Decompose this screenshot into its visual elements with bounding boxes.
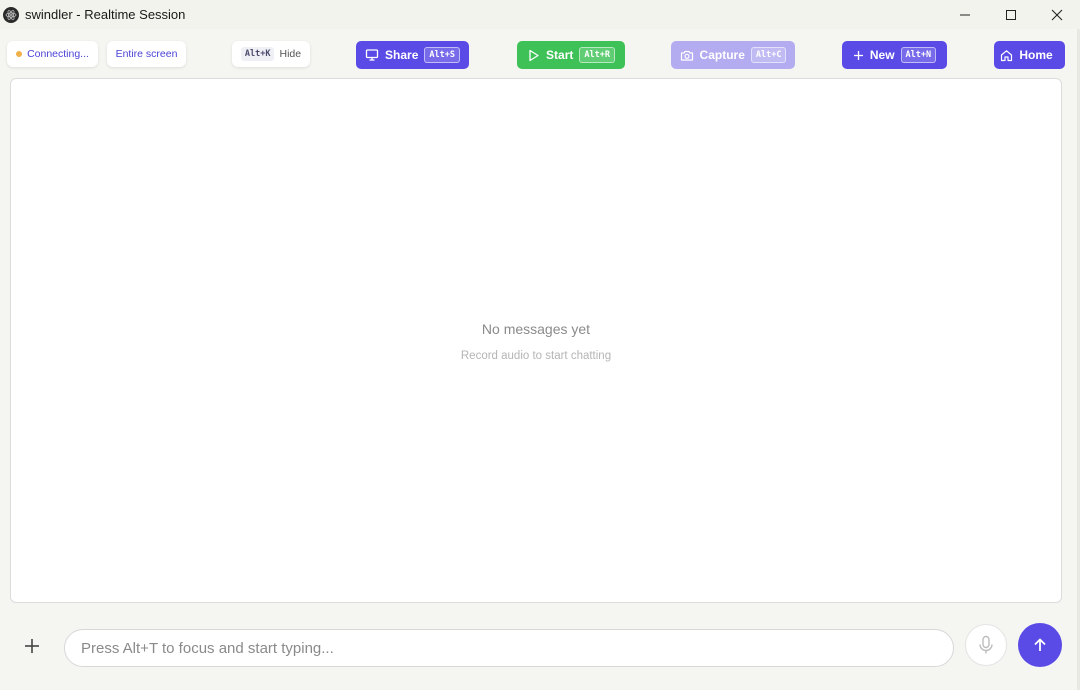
screen-source-label: Entire screen — [115, 48, 178, 60]
attach-button[interactable] — [20, 634, 44, 658]
home-button[interactable]: Home — [994, 41, 1065, 69]
hide-button[interactable]: Alt+K Hide — [232, 41, 310, 67]
screen-source-selector[interactable]: Entire screen — [107, 41, 186, 67]
share-button[interactable]: Share Alt+S — [356, 41, 469, 69]
connection-status: Connecting... — [7, 41, 98, 67]
hide-label: Hide — [279, 48, 302, 60]
status-dot — [16, 51, 23, 57]
plus-icon — [25, 639, 39, 653]
start-label: Start — [546, 48, 574, 62]
minimize-icon — [960, 14, 970, 15]
new-session-button[interactable]: New Alt+N — [842, 41, 947, 69]
capture-label: Capture — [699, 48, 745, 62]
monitor-icon — [365, 49, 379, 61]
arrow-up-icon — [1034, 638, 1046, 651]
maximize-button[interactable] — [988, 0, 1034, 29]
chat-panel: No messages yet Record audio to start ch… — [10, 78, 1062, 603]
camera-icon — [680, 50, 693, 61]
start-shortcut: Alt+R — [579, 47, 615, 63]
new-label: New — [869, 48, 895, 62]
close-icon — [1051, 9, 1063, 20]
capture-button[interactable]: Capture Alt+C — [671, 41, 795, 69]
maximize-icon — [1006, 9, 1016, 20]
start-button[interactable]: Start Alt+R — [517, 41, 625, 69]
play-icon — [529, 49, 539, 61]
empty-state-title: No messages yet — [481, 321, 591, 337]
message-input[interactable] — [64, 629, 954, 667]
status-label: Connecting... — [27, 48, 89, 60]
microphone-icon — [979, 635, 993, 654]
plus-icon — [853, 50, 863, 60]
window-title: swindler - Realtime Session — [25, 7, 186, 22]
share-label: Share — [385, 48, 419, 62]
share-shortcut: Alt+S — [424, 47, 460, 63]
title-bar: swindler - Realtime Session — [0, 0, 1080, 29]
capture-shortcut: Alt+C — [750, 47, 787, 63]
toolbar: Connecting... Entire screen Alt+K Hide S… — [4, 36, 1072, 74]
empty-state-subtitle: Record audio to start chatting — [460, 350, 612, 362]
minimize-button[interactable] — [942, 0, 988, 29]
window-controls — [942, 0, 1080, 29]
send-button[interactable] — [1018, 623, 1062, 667]
close-button[interactable] — [1034, 0, 1080, 29]
microphone-button[interactable] — [965, 624, 1007, 666]
home-icon — [1001, 49, 1013, 61]
new-shortcut: Alt+N — [900, 47, 937, 63]
home-label: Home — [1019, 48, 1053, 62]
hide-shortcut: Alt+K — [240, 47, 275, 61]
electron-icon — [3, 6, 19, 23]
